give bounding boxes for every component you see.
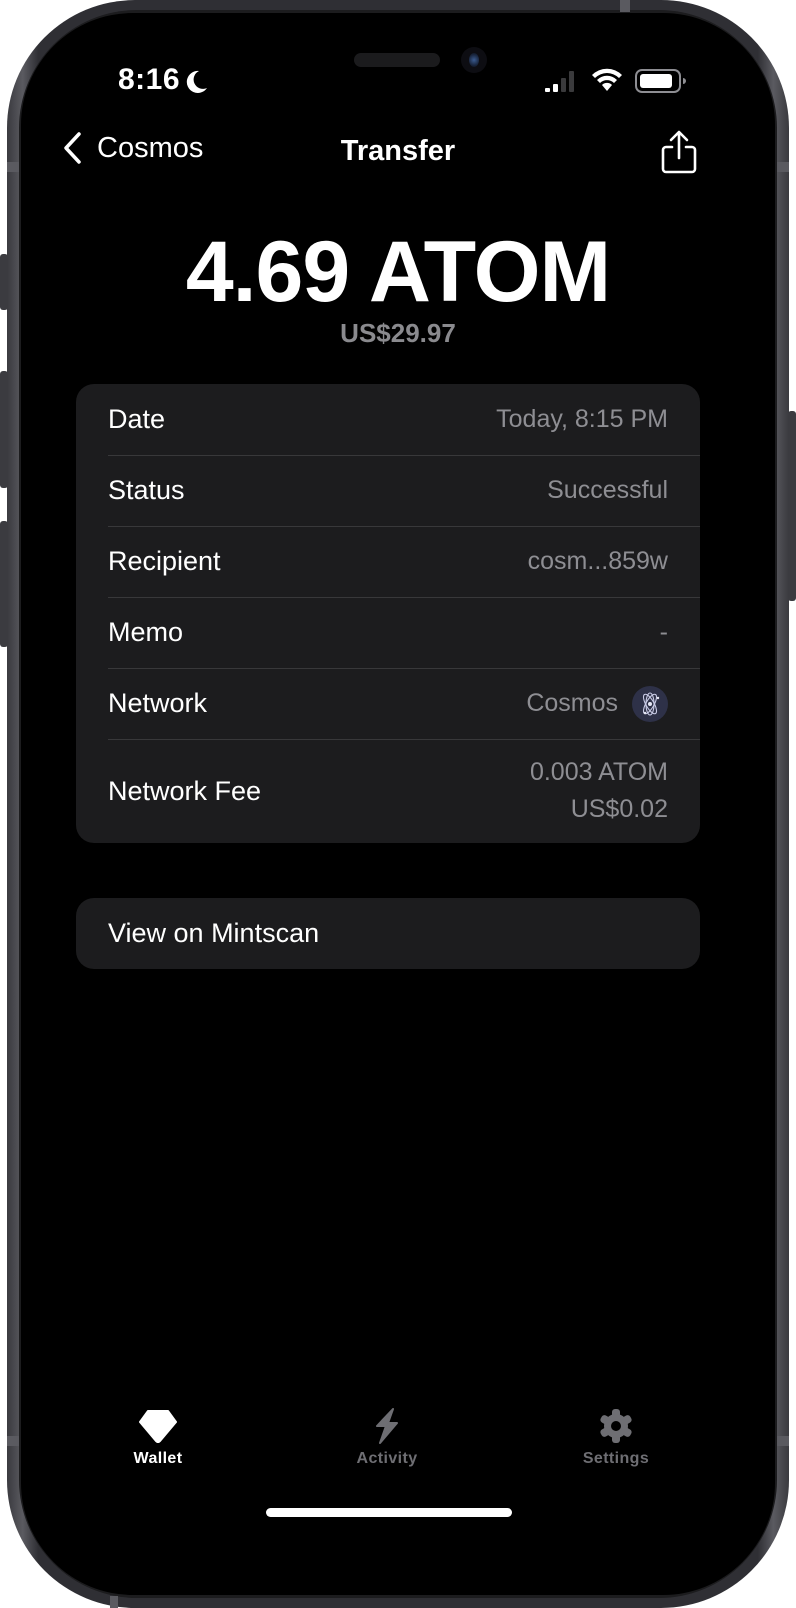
screen: 8:16 Cosmos Transfer 4.69 ATOM US$29.97 … [21, 13, 775, 1595]
detail-label: Status [108, 475, 185, 505]
tab-wallet[interactable]: Wallet [88, 1408, 228, 1468]
gear-icon [600, 1409, 632, 1443]
detail-label: Network [108, 688, 208, 718]
tab-activity[interactable]: Activity [317, 1408, 457, 1468]
battery-icon [635, 69, 686, 93]
tab-label: Settings [582, 1450, 650, 1467]
network-name: Cosmos [526, 689, 618, 717]
status-value: Successful [547, 476, 668, 504]
detail-row-status: Status Successful [76, 455, 700, 526]
frame-seam [7, 162, 19, 172]
detail-row-network: Network Cosmos [76, 668, 700, 739]
cosmos-network-icon [632, 685, 668, 722]
diamond-icon [139, 1410, 177, 1443]
detail-label: Network Fee [108, 775, 262, 806]
detail-row-memo: Memo - [76, 597, 700, 668]
home-indicator[interactable] [266, 1508, 512, 1517]
recipient-address[interactable]: cosm...859w [528, 547, 668, 576]
network-fee-values: 0.003 ATOM US$0.02 [530, 754, 668, 828]
transaction-details-card: Date Today, 8:15 PM Status Successful Re… [76, 384, 700, 843]
frame-seam [7, 1436, 19, 1446]
detail-row-date: Date Today, 8:15 PM [76, 384, 700, 455]
share-icon[interactable] [661, 130, 697, 174]
view-on-mintscan-button[interactable]: View on Mintscan [76, 898, 700, 969]
detail-row-recipient[interactable]: Recipient cosm...859w [76, 526, 700, 597]
detail-label: Recipient [108, 546, 221, 576]
cellular-signal-icon [545, 71, 574, 92]
tab-settings[interactable]: Settings [546, 1408, 686, 1468]
fee-crypto-amount: 0.003 ATOM [529, 758, 668, 786]
fee-fiat-amount: US$0.02 [570, 795, 668, 823]
network-value-group: Cosmos [526, 685, 668, 722]
detail-label: Date [108, 404, 166, 434]
memo-value: - [659, 618, 668, 646]
moon-icon [186, 70, 207, 93]
power-button [788, 411, 796, 601]
tab-label: Wallet [133, 1450, 183, 1467]
front-camera [461, 47, 487, 73]
wifi-icon [592, 68, 622, 91]
detail-label: Memo [108, 617, 184, 647]
detail-row-network-fee: Network Fee 0.003 ATOM US$0.02 [76, 739, 700, 843]
transaction-amount: 4.69 ATOM [185, 224, 611, 320]
earpiece-speaker [354, 53, 440, 67]
view-on-mintscan-label: View on Mintscan [108, 918, 320, 948]
frame-seam [777, 1436, 789, 1446]
tab-bar: Wallet Activity Settings [21, 1408, 775, 1488]
status-time: 8:16 [118, 63, 181, 96]
frame-seam [777, 162, 789, 172]
frame-seam [110, 1596, 118, 1608]
transaction-fiat-amount: US$29.97 [340, 318, 456, 348]
detail-value: Today, 8:15 PM [496, 405, 668, 433]
tab-label: Activity [356, 1450, 418, 1467]
bolt-icon [376, 1408, 398, 1444]
frame-seam [620, 0, 630, 12]
